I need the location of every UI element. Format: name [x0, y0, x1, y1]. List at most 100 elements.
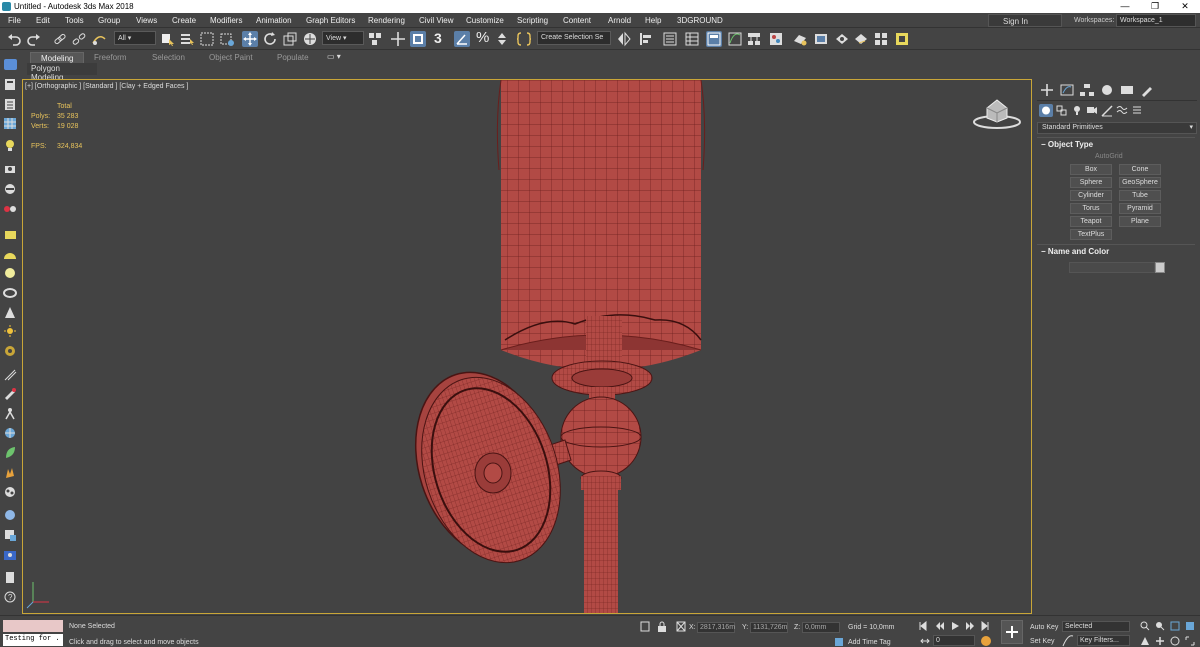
layer-explorer-icon[interactable]	[684, 31, 700, 47]
helpers-category-icon[interactable]	[1101, 104, 1113, 117]
ribbon-tab-object-paint[interactable]: Object Paint	[209, 53, 253, 62]
maximize-viewport-icon[interactable]	[1185, 636, 1195, 646]
bind-spacewarp-icon[interactable]	[91, 31, 107, 47]
snap-toggle-3d[interactable]: 3	[434, 30, 442, 46]
time-tag-icon[interactable]	[834, 637, 844, 647]
curve-editor-icon[interactable]	[727, 31, 743, 47]
cone-button[interactable]: Cone	[1119, 164, 1161, 175]
field-of-view-icon[interactable]	[1140, 636, 1150, 646]
sign-in-button[interactable]: Sign In	[988, 14, 1062, 27]
menu-help[interactable]: Help	[645, 16, 661, 25]
auto-key-button[interactable]: Auto Key	[1030, 624, 1058, 631]
align-icon[interactable]	[638, 31, 654, 47]
select-rotate-icon[interactable]	[262, 31, 278, 47]
rendered-frame-window-icon[interactable]	[813, 31, 829, 47]
geosphere-button[interactable]: GeoSphere	[1119, 177, 1161, 188]
workspace-dropdown[interactable]: Workspace_1	[1116, 14, 1196, 27]
y-coord-field[interactable]: 1131,726m	[750, 622, 788, 633]
render-icon[interactable]	[3, 549, 18, 562]
paint-icon[interactable]	[3, 387, 18, 400]
motion-tab-icon[interactable]	[1099, 83, 1115, 97]
selection-lock-icon[interactable]	[657, 621, 667, 632]
redo-icon[interactable]	[26, 31, 42, 47]
torus-button[interactable]: Torus	[1070, 203, 1112, 214]
hide-icon[interactable]	[3, 183, 18, 196]
link-icon[interactable]	[52, 31, 68, 47]
utilities-tab-icon[interactable]	[1139, 83, 1155, 97]
minimize-button[interactable]: —	[1110, 0, 1140, 13]
leaf-icon[interactable]	[3, 446, 18, 459]
viewport-layout-icon[interactable]	[3, 58, 18, 71]
teapot-button[interactable]: Teapot	[1070, 216, 1112, 227]
primitives-category-dropdown[interactable]: Standard Primitives ▾	[1037, 122, 1197, 134]
object-type-header[interactable]: − Object Type	[1041, 140, 1093, 149]
x-coord-field[interactable]: 2817,316m	[697, 622, 735, 633]
menu-rendering[interactable]: Rendering	[368, 16, 405, 25]
menu-customize[interactable]: Customize	[466, 16, 504, 25]
set-key-button[interactable]: Set Key	[1030, 638, 1055, 645]
light-bulb-icon[interactable]	[3, 139, 18, 152]
time-config-icon[interactable]	[920, 636, 930, 646]
viewport-orthographic[interactable]: [+] [Orthographic ] [Standard ] [Clay + …	[22, 79, 1032, 614]
render-production-icon[interactable]	[834, 31, 850, 47]
edit-named-selection-icon[interactable]	[516, 31, 532, 47]
window-crossing-icon[interactable]	[219, 31, 235, 47]
current-frame-field[interactable]: 0	[933, 635, 975, 646]
cone-primitive-icon[interactable]	[3, 306, 18, 319]
pan-icon[interactable]	[1155, 636, 1165, 646]
menu-arnold[interactable]: Arnold	[608, 16, 631, 25]
menu-file[interactable]: File	[8, 16, 21, 25]
lamp-wireframe-model[interactable]	[23, 80, 1031, 613]
menu-3dground[interactable]: 3DGROUND	[677, 16, 723, 25]
document-icon[interactable]	[3, 571, 18, 584]
material-sphere-icon[interactable]	[3, 509, 18, 522]
name-color-header[interactable]: − Name and Color	[1041, 247, 1109, 256]
set-key-big-button[interactable]	[1001, 620, 1023, 644]
globe-icon[interactable]	[3, 427, 18, 440]
maxscript-mini-listener[interactable]: Testing for .	[3, 634, 63, 646]
maxscript-listener-pink[interactable]	[3, 620, 63, 632]
display-tab-icon[interactable]	[1119, 83, 1135, 97]
sun-light-icon[interactable]	[3, 325, 18, 338]
a360-gallery-icon[interactable]	[894, 31, 910, 47]
ribbon-tab-freeform[interactable]: Freeform	[94, 53, 126, 62]
dome-primitive-icon[interactable]	[3, 248, 18, 261]
box-primitive-icon[interactable]	[3, 228, 18, 241]
render-setup-icon[interactable]	[792, 31, 808, 47]
time-configuration-icon[interactable]	[980, 635, 992, 647]
hand-icon[interactable]	[3, 466, 18, 479]
menu-tools[interactable]: Tools	[65, 16, 84, 25]
layer-icon[interactable]	[3, 78, 18, 91]
isolate-icon[interactable]	[3, 203, 18, 216]
playback-controls[interactable]	[918, 621, 998, 631]
object-name-input[interactable]	[1069, 262, 1155, 273]
schematic-view-icon[interactable]	[746, 31, 762, 47]
plane-button[interactable]: Plane	[1119, 216, 1161, 227]
cylinder-button[interactable]: Cylinder	[1070, 190, 1112, 201]
z-coord-field[interactable]: 0,0mm	[802, 622, 840, 633]
particle-icon[interactable]	[3, 486, 18, 499]
orbit-icon[interactable]	[1170, 636, 1180, 646]
select-by-name-icon[interactable]	[179, 31, 195, 47]
menu-views[interactable]: Views	[136, 16, 157, 25]
scene-list-icon[interactable]	[3, 98, 18, 111]
create-tab-icon[interactable]	[1039, 83, 1055, 97]
help-icon[interactable]: ?	[3, 591, 18, 604]
menu-graph-editors[interactable]: Graph Editors	[306, 16, 355, 25]
add-time-tag[interactable]: Add Time Tag	[848, 639, 891, 646]
sphere-primitive-icon[interactable]	[3, 267, 18, 280]
pivot-center-icon[interactable]	[367, 31, 383, 47]
menu-group[interactable]: Group	[98, 16, 120, 25]
texture-icon[interactable]	[3, 529, 18, 542]
toggle-ribbon-icon[interactable]	[706, 31, 722, 47]
hierarchy-tab-icon[interactable]	[1079, 83, 1095, 97]
menu-animation[interactable]: Animation	[256, 16, 292, 25]
render-in-cloud-icon[interactable]	[873, 31, 889, 47]
sphere-button[interactable]: Sphere	[1070, 177, 1112, 188]
menu-modifiers[interactable]: Modifiers	[210, 16, 242, 25]
material-editor-icon[interactable]	[768, 31, 784, 47]
selection-filter-dropdown[interactable]: All ▾	[114, 31, 156, 45]
key-filters-button[interactable]: Key Filters...	[1077, 635, 1130, 646]
freeze-icon[interactable]	[3, 163, 18, 176]
scene-explorer-icon[interactable]	[662, 31, 678, 47]
